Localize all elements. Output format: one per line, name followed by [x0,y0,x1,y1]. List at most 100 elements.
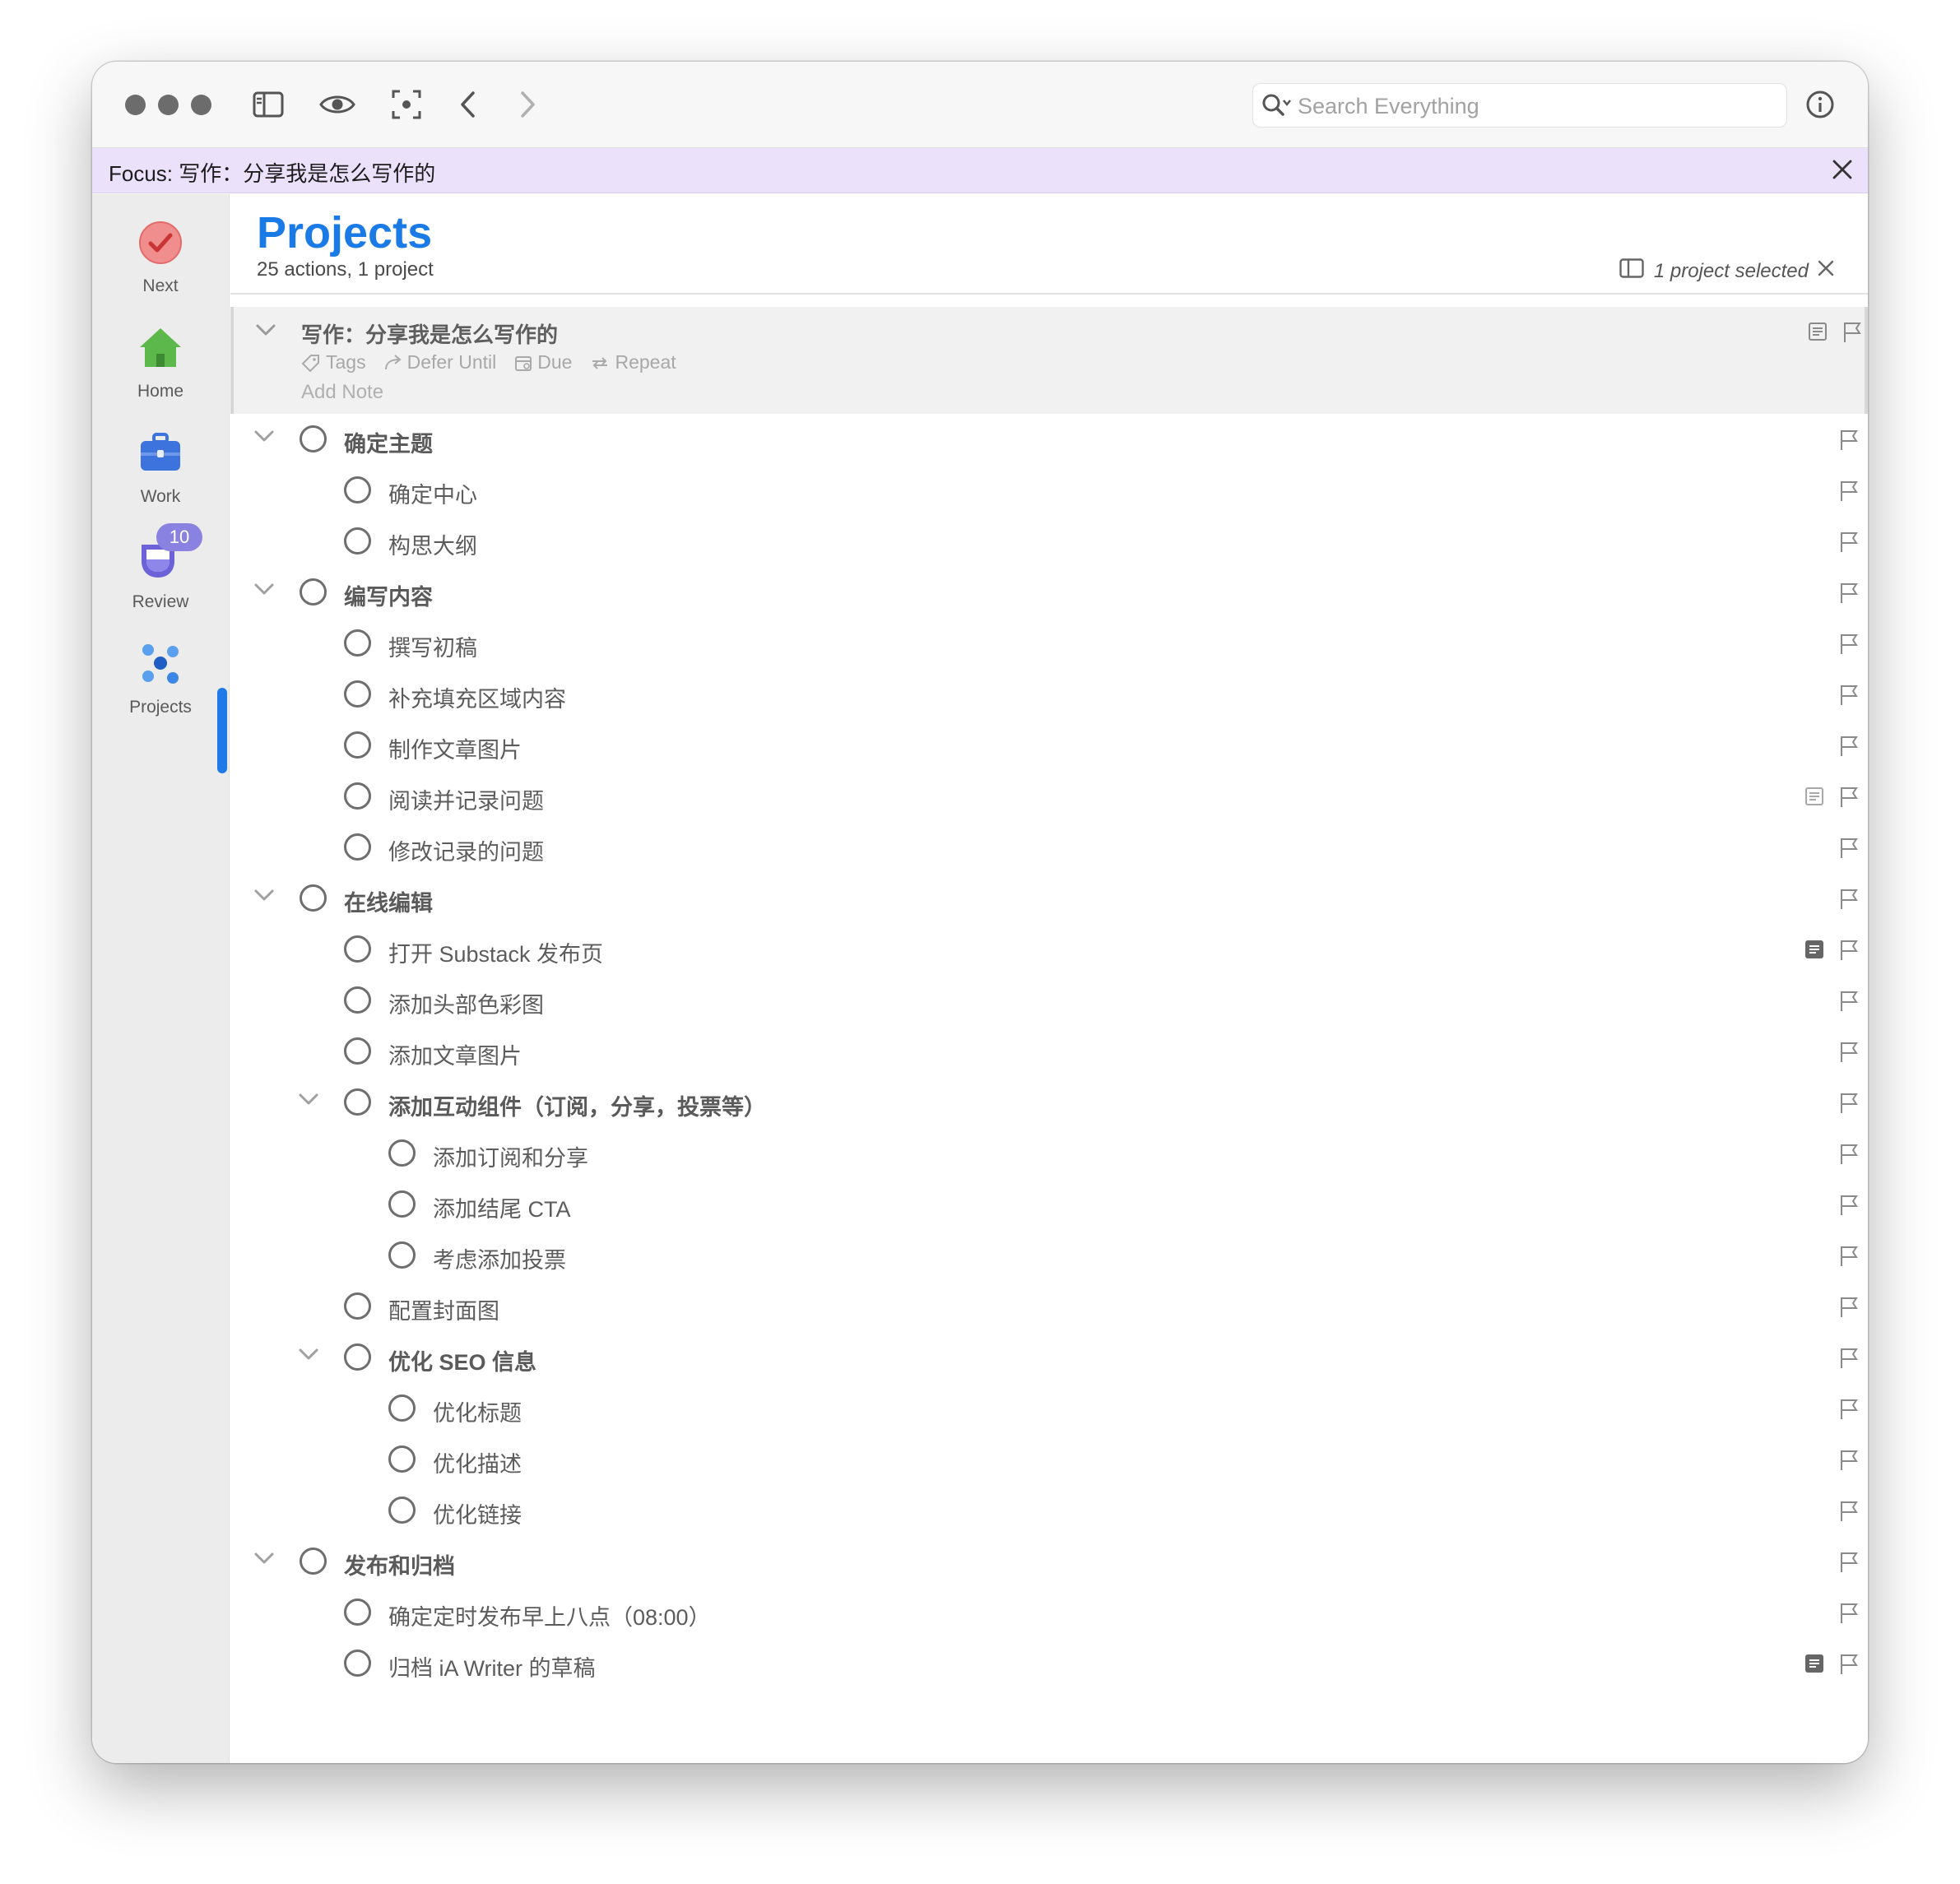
action-title[interactable]: 添加互动组件（订阅，分享，投票等） [388,1089,766,1121]
action-title[interactable]: 确定中心 [388,477,477,509]
flag-icon[interactable] [1839,940,1859,965]
action-row[interactable]: 考虑添加投票 [230,1230,1868,1281]
action-row[interactable]: 确定主题 [230,414,1868,465]
action-title[interactable]: 优化标题 [433,1395,522,1427]
flag-icon[interactable] [1839,531,1859,557]
flag-icon[interactable] [1842,322,1862,347]
action-row[interactable]: 优化描述 [230,1434,1868,1485]
action-row[interactable]: 构思大纲 [230,516,1868,567]
action-row[interactable]: 编写内容 [230,567,1868,618]
status-checkbox[interactable] [344,476,371,503]
flag-icon[interactable] [1839,787,1859,812]
action-title[interactable]: 优化 SEO 信息 [388,1344,536,1376]
status-checkbox[interactable] [388,1394,416,1422]
action-title[interactable]: 优化链接 [433,1497,522,1529]
status-checkbox[interactable] [344,1037,371,1065]
action-title[interactable]: 优化描述 [433,1446,522,1478]
sidebar-item-work[interactable]: Work [92,428,229,525]
sidebar-toggle-button[interactable] [244,80,293,129]
status-checkbox[interactable] [344,680,371,708]
forward-button[interactable] [504,80,553,129]
flag-icon[interactable] [1839,1399,1859,1424]
action-row[interactable]: 制作文章图片 [230,720,1868,771]
action-row[interactable]: 添加互动组件（订阅，分享，投票等） [230,1077,1868,1128]
search-input[interactable] [1296,90,1777,122]
status-checkbox[interactable] [388,1241,416,1269]
action-row[interactable]: 配置封面图 [230,1281,1868,1332]
action-row[interactable]: 确定中心 [230,465,1868,516]
action-title[interactable]: 确定定时发布早上八点（08:00） [388,1599,711,1631]
collapse-chevron-icon[interactable] [253,429,275,447]
status-checkbox[interactable] [300,1548,327,1575]
focus-button[interactable] [382,80,431,129]
collapse-chevron-icon[interactable] [255,323,276,341]
action-title[interactable]: 添加文章图片 [388,1038,522,1070]
sidebar-item-home[interactable]: Home [92,323,229,420]
action-title[interactable]: 配置封面图 [388,1293,499,1325]
flag-icon[interactable] [1839,1195,1859,1220]
action-row[interactable]: 确定定时发布早上八点（08:00） [230,1587,1868,1638]
status-checkbox[interactable] [300,425,327,452]
action-row[interactable]: 添加文章图片 [230,1026,1868,1077]
tags-field[interactable]: Tags [301,351,366,374]
status-checkbox[interactable] [344,935,371,963]
view-options-button[interactable] [313,80,362,129]
flag-icon[interactable] [1839,1246,1859,1271]
zoom-window-button[interactable] [191,95,211,115]
flag-icon[interactable] [1839,838,1859,863]
add-note-field[interactable]: Add Note [301,381,383,404]
collapse-chevron-icon[interactable] [298,1093,319,1110]
action-row[interactable]: 发布和归档 [230,1536,1868,1587]
action-row[interactable]: 优化 SEO 信息 [230,1332,1868,1383]
action-title[interactable]: 考虑添加投票 [433,1242,566,1274]
action-row[interactable]: 在线编辑 [230,873,1868,924]
note-icon[interactable] [1804,1654,1824,1678]
close-window-button[interactable] [125,95,146,115]
flag-icon[interactable] [1839,480,1859,506]
action-row[interactable]: 撰写初稿 [230,618,1868,669]
sidebar-item-projects[interactable]: Projects [92,638,229,736]
flag-icon[interactable] [1839,633,1859,659]
collapse-chevron-icon[interactable] [253,582,275,600]
scrollbar[interactable] [1865,307,1868,414]
collapse-chevron-icon[interactable] [253,1552,275,1569]
flag-icon[interactable] [1839,889,1859,914]
flag-icon[interactable] [1839,1552,1859,1577]
collapse-chevron-icon[interactable] [253,889,275,906]
status-checkbox[interactable] [344,986,371,1014]
action-row[interactable]: 归档 iA Writer 的草稿 [230,1638,1868,1689]
flag-icon[interactable] [1839,1042,1859,1067]
action-title[interactable]: 补充填充区域内容 [388,681,566,713]
project-row[interactable]: 写作：分享我是怎么写作的 Tags Defer Until Due Repeat [230,307,1868,414]
status-checkbox[interactable] [388,1190,416,1218]
action-title[interactable]: 撰写初稿 [388,630,477,662]
action-title[interactable]: 添加结尾 CTA [433,1191,571,1223]
clear-selection-button[interactable] [1817,259,1835,283]
action-row[interactable]: 优化链接 [230,1485,1868,1536]
flag-icon[interactable] [1839,1450,1859,1475]
flag-icon[interactable] [1839,1093,1859,1118]
status-checkbox[interactable] [300,578,327,606]
action-title[interactable]: 归档 iA Writer 的草稿 [388,1650,596,1682]
note-icon[interactable] [1808,322,1828,346]
minimize-window-button[interactable] [158,95,179,115]
status-checkbox[interactable] [344,527,371,555]
inspector-button[interactable] [1805,90,1835,123]
status-checkbox[interactable] [388,1139,416,1167]
sidebar-item-review[interactable]: 10 Review [92,523,229,630]
flag-icon[interactable] [1839,1501,1859,1526]
status-checkbox[interactable] [300,884,327,912]
action-title[interactable]: 添加订阅和分享 [433,1140,588,1172]
repeat-field[interactable]: Repeat [590,351,676,374]
status-checkbox[interactable] [344,629,371,657]
action-row[interactable]: 添加订阅和分享 [230,1128,1868,1179]
action-title[interactable]: 打开 Substack 发布页 [388,936,603,968]
project-title[interactable]: 写作：分享我是怎么写作的 [301,318,558,349]
note-icon[interactable] [1804,940,1824,963]
action-row[interactable]: 优化标题 [230,1383,1868,1434]
defer-until-field[interactable]: Defer Until [384,351,496,374]
action-row[interactable]: 添加结尾 CTA [230,1179,1868,1230]
status-checkbox[interactable] [344,782,371,810]
status-checkbox[interactable] [388,1497,416,1524]
action-title[interactable]: 修改记录的问题 [388,834,544,866]
